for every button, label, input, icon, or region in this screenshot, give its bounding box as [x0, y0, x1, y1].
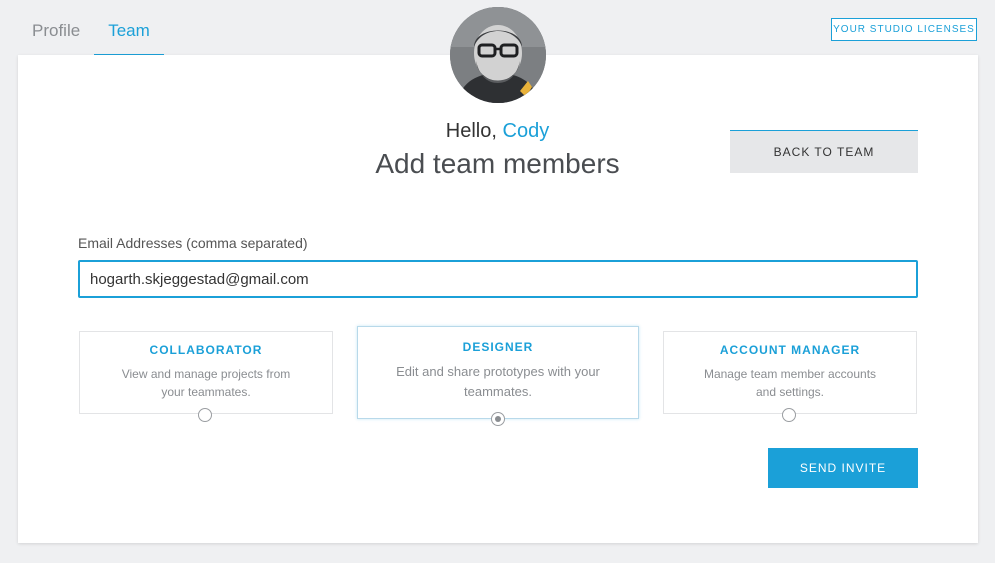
tab-bar: Profile Team: [18, 0, 164, 55]
role-description-collaborator: View and manage projects from your teamm…: [121, 367, 291, 399]
role-title-designer: DESIGNER: [462, 340, 534, 354]
send-invite-button[interactable]: SEND INVITE: [768, 448, 918, 488]
tab-team[interactable]: Team: [94, 0, 164, 55]
role-title-account-manager: ACCOUNT MANAGER: [719, 343, 861, 357]
avatar: [450, 7, 546, 103]
tab-profile[interactable]: Profile: [18, 0, 94, 55]
role-card-account-manager[interactable]: ACCOUNT MANAGER Manage team member accou…: [663, 331, 917, 414]
avatar-photo: [450, 7, 546, 103]
role-radio-account-manager[interactable]: [782, 408, 796, 422]
email-input[interactable]: [78, 260, 918, 298]
role-description-account-manager: Manage team member accounts and settings…: [703, 367, 877, 399]
greeting-hello: Hello,: [445, 120, 497, 142]
role-radio-collaborator[interactable]: [198, 408, 212, 422]
studio-licenses-button[interactable]: YOUR STUDIO LICENSES: [831, 18, 977, 41]
role-title-collaborator: COLLABORATOR: [149, 343, 263, 357]
role-card-collaborator[interactable]: COLLABORATOR View and manage projects fr…: [79, 331, 333, 414]
greeting-user-name: Cody: [502, 120, 550, 142]
role-description-designer: Edit and share prototypes with your team…: [396, 364, 600, 399]
role-card-designer[interactable]: DESIGNER Edit and share prototypes with …: [357, 326, 639, 419]
email-label: Email Addresses (comma separated): [78, 235, 308, 251]
role-radio-designer[interactable]: [491, 412, 505, 426]
back-to-team-button[interactable]: BACK TO TEAM: [730, 130, 918, 173]
